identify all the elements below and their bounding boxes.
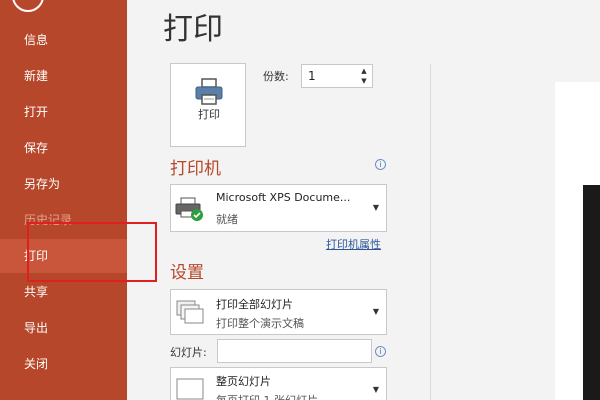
back-arrow-icon: ←	[23, 0, 35, 4]
print-button[interactable]: 打印	[170, 63, 246, 147]
printer-ready-icon	[175, 197, 203, 221]
print-range-subtitle: 打印整个演示文稿	[216, 317, 304, 330]
annotation-highlight-box	[27, 222, 157, 282]
sidebar-item-close[interactable]: 关闭	[0, 347, 127, 381]
printer-icon	[195, 78, 223, 105]
slides-label: 幻灯片:	[170, 346, 207, 359]
layout-dropdown[interactable]: 整页幻灯片 每页打印 1 张幻灯片 ▼	[170, 367, 387, 400]
copies-stepper[interactable]: 1 ▲ ▼	[301, 64, 373, 88]
printer-section-title: 打印机	[170, 159, 221, 179]
settings-section-title: 设置	[170, 263, 204, 283]
print-range-title: 打印全部幻灯片	[216, 298, 293, 311]
slides-stack-icon	[176, 300, 204, 324]
copies-value: 1	[308, 69, 316, 83]
layout-subtitle: 每页打印 1 张幻灯片	[216, 392, 318, 400]
print-preview-slide	[583, 185, 600, 400]
backstage-sidebar: ← 信息 新建 打开 保存 另存为 历史记录 打印 共享 导出 关闭	[0, 0, 127, 400]
chevron-down-icon: ▼	[372, 203, 379, 212]
decrement-icon[interactable]: ▼	[359, 76, 369, 86]
preview-divider	[430, 64, 431, 400]
chevron-down-icon: ▼	[372, 385, 379, 394]
copies-label: 份数:	[263, 70, 289, 83]
sidebar-item-save-as[interactable]: 另存为	[0, 167, 127, 201]
sidebar-item-info[interactable]: 信息	[0, 23, 127, 57]
sidebar-item-open[interactable]: 打开	[0, 95, 127, 129]
info-icon[interactable]: i	[375, 159, 386, 170]
print-range-dropdown[interactable]: 打印全部幻灯片 打印整个演示文稿 ▼	[170, 289, 387, 335]
chevron-down-icon: ▼	[372, 307, 379, 316]
slides-input[interactable]	[217, 339, 372, 363]
sidebar-item-save[interactable]: 保存	[0, 131, 127, 165]
printer-status: 就绪	[216, 213, 238, 226]
printer-dropdown[interactable]: Microsoft XPS Docume... 就绪 ▼	[170, 184, 387, 232]
full-page-slide-icon	[176, 378, 204, 400]
back-button[interactable]: ←	[12, 0, 44, 12]
page-title: 打印	[163, 12, 223, 47]
sidebar-item-new[interactable]: 新建	[0, 59, 127, 93]
printer-properties-link[interactable]: 打印机属性	[326, 236, 381, 252]
increment-icon[interactable]: ▲	[359, 66, 369, 76]
sidebar-item-export[interactable]: 导出	[0, 311, 127, 345]
layout-title: 整页幻灯片	[216, 375, 271, 388]
printer-name: Microsoft XPS Docume...	[216, 191, 351, 204]
info-icon[interactable]: i	[375, 346, 386, 357]
print-button-label: 打印	[198, 108, 220, 121]
